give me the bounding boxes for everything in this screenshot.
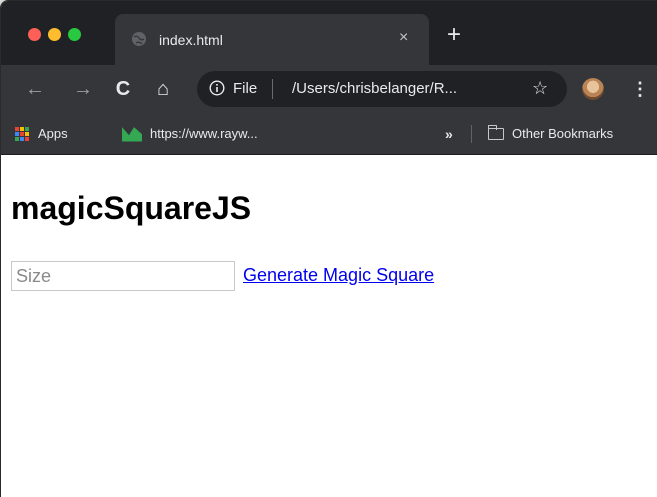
- apps-grid-icon: [15, 126, 29, 141]
- bookmark-star-icon[interactable]: ☆: [532, 78, 548, 99]
- minimize-window-button[interactable]: [48, 28, 61, 41]
- bookmark-raywenderlich[interactable]: https://www.rayw...: [122, 113, 258, 154]
- bookmark-other-bookmarks[interactable]: Other Bookmarks: [487, 113, 614, 154]
- browser-window: index.html × + ← → C ⌂ File /Users/chris…: [0, 0, 657, 497]
- maximize-window-button[interactable]: [68, 28, 81, 41]
- bookmarks-overflow-button[interactable]: »: [445, 113, 453, 154]
- bookmarks-divider: [471, 125, 472, 143]
- back-button[interactable]: ←: [23, 77, 47, 101]
- new-tab-button[interactable]: +: [444, 23, 464, 47]
- profile-avatar[interactable]: [582, 78, 604, 100]
- info-icon[interactable]: [209, 80, 225, 96]
- address-bar[interactable]: File /Users/chrisbelanger/R... ☆: [197, 71, 567, 107]
- page-content: magicSquareJS Generate Magic Square: [1, 155, 657, 497]
- tab-close-icon[interactable]: ×: [399, 28, 408, 48]
- menu-icon[interactable]: ⋮: [631, 77, 649, 101]
- tab-title: index.html: [159, 32, 223, 48]
- other-bookmarks-label: Other Bookmarks: [512, 126, 614, 141]
- size-input[interactable]: [11, 261, 235, 291]
- forward-button[interactable]: →: [71, 77, 95, 101]
- raywenderlich-icon: [122, 127, 142, 142]
- tab-index-html[interactable]: index.html ×: [115, 14, 429, 65]
- reload-button[interactable]: C: [111, 77, 135, 101]
- url-text[interactable]: /Users/chrisbelanger/R...: [292, 80, 457, 97]
- generate-magic-square-link[interactable]: Generate Magic Square: [243, 265, 434, 286]
- bookmark-apps-label: Apps: [38, 126, 68, 141]
- bookmark-apps[interactable]: Apps: [15, 113, 68, 154]
- tab-strip: index.html × +: [1, 1, 657, 65]
- address-separator: [272, 79, 273, 99]
- close-window-button[interactable]: [28, 28, 41, 41]
- bookmark-raywenderlich-label: https://www.rayw...: [150, 126, 258, 141]
- bookmarks-bar: Apps https://www.rayw... » Other Bookmar…: [1, 113, 657, 155]
- browser-toolbar: ← → C ⌂ File /Users/chrisbelanger/R... ☆…: [1, 65, 657, 113]
- url-scheme-label: File: [233, 80, 258, 97]
- folder-icon: [487, 124, 504, 140]
- page-title: magicSquareJS: [11, 190, 252, 226]
- home-button[interactable]: ⌂: [151, 77, 175, 101]
- globe-icon: [132, 32, 146, 46]
